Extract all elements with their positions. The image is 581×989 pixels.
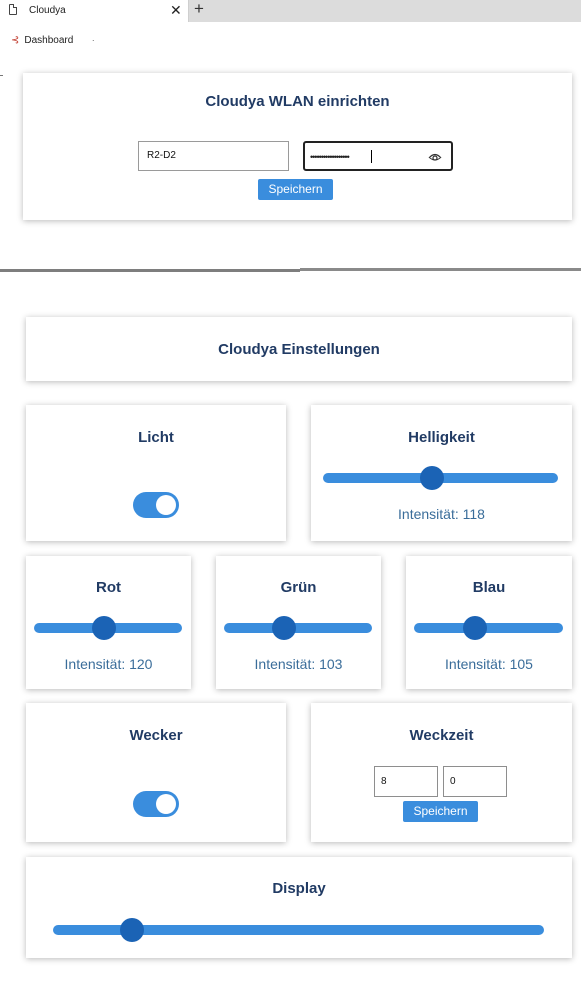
bookmark-label: Dashboard — [24, 35, 74, 46]
section-divider — [0, 268, 581, 272]
page-icon — [9, 4, 17, 15]
new-tab-icon[interactable]: + — [194, 0, 204, 19]
browser-tab[interactable]: Cloudya ✕ — [0, 0, 189, 23]
rot-title: Rot — [96, 579, 121, 596]
weckzeit-card: Weckzeit 8 0 Speichern — [311, 703, 572, 842]
display-slider[interactable] — [53, 918, 544, 942]
display-title: Display — [272, 880, 326, 897]
password-input[interactable]: •••••••••••••••••• — [303, 141, 453, 171]
helligkeit-slider[interactable] — [323, 466, 558, 490]
wecker-title: Wecker — [129, 727, 183, 744]
gruen-intensity: Intensität: 103 — [254, 656, 343, 672]
blau-title: Blau — [472, 579, 506, 596]
blau-card: Blau Intensität: 105 — [406, 556, 572, 689]
rot-card: Rot Intensität: 120 — [26, 556, 191, 689]
wlan-card: Cloudya WLAN einrichten R2-D2 ••••••••••… — [23, 73, 572, 220]
helligkeit-title: Helligkeit — [408, 429, 475, 446]
blau-intensity: Intensität: 105 — [445, 656, 533, 672]
hour-input[interactable]: 8 — [374, 766, 438, 797]
ssid-input[interactable]: R2-D2 — [138, 141, 289, 171]
gruen-slider[interactable] — [224, 616, 372, 640]
edge-mark — [0, 75, 3, 76]
toggle-knob — [156, 495, 176, 515]
slider-thumb[interactable] — [271, 616, 296, 640]
tab-title: Cloudya — [29, 5, 66, 16]
wlan-title: Cloudya WLAN einrichten — [205, 93, 390, 110]
eye-icon[interactable] — [428, 149, 442, 165]
gruen-title: Grün — [280, 579, 317, 596]
display-card: Display — [26, 857, 572, 958]
password-mask: •••••••••••••••••• — [310, 152, 350, 162]
weckzeit-title: Weckzeit — [409, 727, 474, 744]
rot-intensity: Intensität: 120 — [64, 656, 153, 672]
licht-toggle[interactable] — [133, 492, 179, 518]
weckzeit-save-button[interactable]: Speichern — [403, 801, 478, 822]
bookmark-separator: . — [92, 33, 95, 43]
bookmark-icon: ⊰ — [11, 35, 20, 46]
licht-card: Licht — [26, 405, 286, 541]
wlan-save-button[interactable]: Speichern — [258, 179, 333, 200]
helligkeit-card: Helligkeit Intensität: 118 — [311, 405, 572, 541]
wecker-toggle[interactable] — [133, 791, 179, 817]
slider-thumb[interactable] — [463, 616, 488, 640]
minute-input[interactable]: 0 — [443, 766, 507, 797]
wecker-card: Wecker — [26, 703, 286, 842]
slider-thumb[interactable] — [91, 616, 116, 640]
bookmarks-bar: ⊰ Dashboard . — [0, 22, 581, 61]
helligkeit-intensity: Intensität: 118 — [398, 506, 485, 522]
settings-header-card: Cloudya Einstellungen — [26, 317, 572, 381]
toggle-knob — [156, 794, 176, 814]
slider-thumb[interactable] — [419, 466, 444, 490]
licht-title: Licht — [138, 429, 174, 446]
gruen-card: Grün Intensität: 103 — [216, 556, 381, 689]
tab-strip: Cloudya ✕ + — [0, 0, 581, 23]
settings-title: Cloudya Einstellungen — [218, 341, 380, 358]
close-icon[interactable]: ✕ — [170, 2, 182, 19]
slider-thumb[interactable] — [119, 918, 144, 942]
blau-slider[interactable] — [414, 616, 563, 640]
rot-slider[interactable] — [34, 616, 182, 640]
bookmark-dashboard[interactable]: ⊰ Dashboard — [11, 35, 73, 46]
text-caret — [371, 150, 372, 163]
